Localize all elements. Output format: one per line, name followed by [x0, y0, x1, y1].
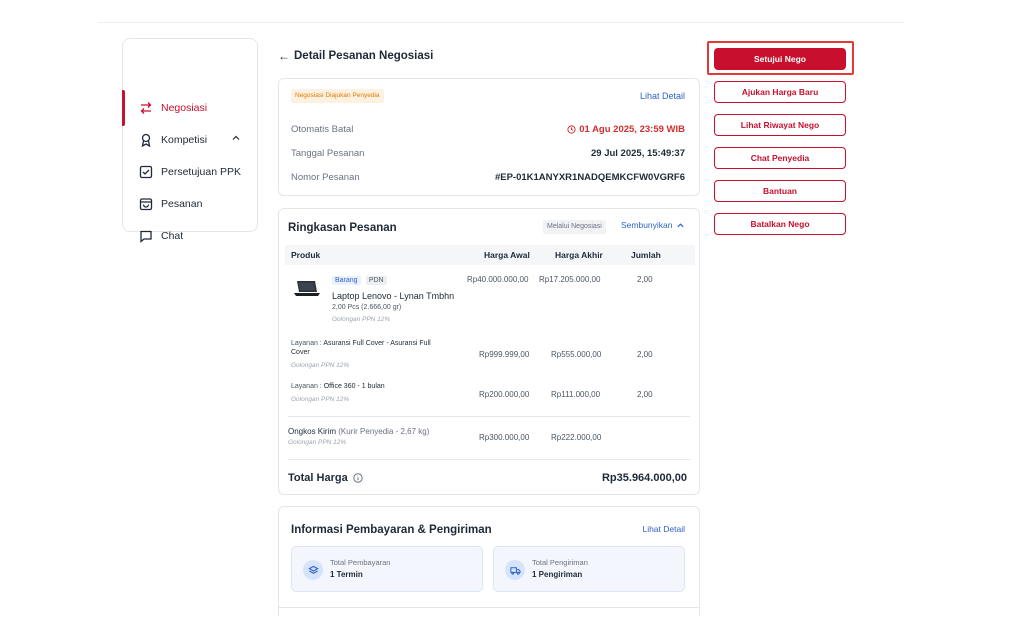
product-quantity: 2,00: [637, 275, 653, 284]
collapse-label: Sembunyikan: [621, 220, 673, 230]
service-title: Office 360 - 1 bulan: [323, 383, 385, 390]
service-final-price: Rp555.000,00: [551, 350, 602, 359]
sidebar-item-pesanan[interactable]: Pesanan: [123, 192, 257, 216]
info-icon[interactable]: [353, 473, 363, 483]
product-image: [293, 279, 321, 299]
order-date-label: Tanggal Pesanan: [291, 148, 365, 159]
product-final-price: Rp17.205.000,00: [539, 275, 601, 284]
product-tax: Golongan PPN 12%: [332, 316, 391, 323]
truck-icon: [505, 560, 525, 580]
tag-barang: Barang: [332, 276, 361, 285]
sidebar-item-persetujuan-ppk[interactable]: Persetujuan PPK: [123, 160, 257, 184]
divider: [288, 416, 690, 417]
total-label: Total Harga: [288, 472, 363, 484]
negotiation-history-button[interactable]: Lihat Riwayat Nego: [714, 114, 846, 136]
shipping-title: Ongkos Kirim: [288, 427, 337, 436]
column-header: Harga Awal: [484, 250, 530, 260]
payment-detail-link[interactable]: Lihat Detail: [642, 524, 685, 534]
shipping-final-price: Rp222.000,00: [551, 433, 602, 442]
negotiation-badge: Melalui Negosiasi: [543, 220, 606, 234]
payment-title: Informasi Pembayaran & Pengiriman: [291, 524, 492, 536]
service-initial-price: Rp200.000,00: [479, 390, 530, 399]
service-prefix: Layanan :: [291, 383, 322, 390]
product-initial-price: Rp40.000.000,00: [467, 275, 529, 284]
service-final-price: Rp111.000,00: [551, 390, 601, 399]
approve-negotiation-button[interactable]: Setujui Nego: [714, 48, 846, 70]
service-tax: Golongan PPN 12%: [291, 362, 350, 369]
status-badge: Negosiasi Diajukan Penyedia: [291, 89, 384, 103]
service-tax: Golongan PPN 12%: [291, 396, 350, 403]
product-qty-detail: 2,00 Pcs (2.666,00 gr): [332, 304, 402, 311]
chat-bubble-icon: [139, 229, 153, 243]
chevron-up-icon: [676, 222, 684, 227]
payment-total-label: Total Pembayaran: [330, 558, 391, 567]
collapse-toggle[interactable]: Sembunyikan: [621, 220, 685, 230]
sidebar: Negosiasi Kompetisi Persetujuan PPK Pesa…: [122, 38, 258, 243]
auto-cancel-date: 01 Agu 2025, 23:59 WIB: [579, 124, 685, 135]
page-title: ← Detail Pesanan Negosiasi: [278, 49, 433, 63]
order-summary-card: Ringkasan Pesanan Melalui Negosiasi Semb…: [278, 208, 700, 495]
shipping-detail: (Kurir Penyedia - 2,67 kg): [338, 427, 430, 436]
tag-pdn: PDN: [365, 276, 387, 285]
help-button[interactable]: Bantuan: [714, 180, 846, 202]
clock-icon: [567, 125, 576, 134]
shipping-initial-price: Rp300.000,00: [479, 433, 530, 442]
shipping-label: Ongkos Kirim (Kurir Penyedia - 2,67 kg): [288, 427, 429, 436]
sidebar-item-label: Pesanan: [161, 198, 203, 210]
service-initial-price: Rp999.999,00: [479, 350, 530, 359]
product-tags: Barang PDN: [332, 275, 390, 285]
auto-cancel-value: 01 Agu 2025, 23:59 WIB: [567, 124, 685, 135]
layers-icon: [303, 560, 323, 580]
sidebar-item-label: Kompetisi: [161, 134, 208, 146]
payment-shipping-card: Informasi Pembayaran & Pengiriman Lihat …: [278, 506, 700, 616]
top-divider: [98, 22, 904, 23]
order-status-card: Negosiasi Diajukan Penyedia Lihat Detail…: [278, 78, 700, 196]
card-divider: [278, 607, 700, 608]
divider: [288, 459, 690, 460]
payment-total-box: Total Pembayaran 1 Termin: [291, 546, 483, 592]
shipping-total-box: Total Pengiriman 1 Pengiriman: [493, 546, 685, 592]
propose-new-price-button[interactable]: Ajukan Harga Baru: [714, 81, 846, 103]
order-date-value: 29 Jul 2025, 15:49:37: [590, 148, 685, 159]
award-icon: [139, 133, 153, 147]
service-prefix: Layanan :: [291, 340, 322, 347]
sidebar-item-kompetisi[interactable]: Kompetisi: [123, 128, 257, 152]
shipping-total-label: Total Pengiriman: [532, 558, 588, 567]
shipping-tax: Golongan PPN 12%: [288, 439, 347, 446]
summary-title: Ringkasan Pesanan: [288, 222, 397, 234]
payment-total-value: 1 Termin: [330, 570, 363, 579]
auto-cancel-label: Otomatis Batal: [291, 124, 354, 135]
sidebar-item-label: Chat: [161, 230, 184, 242]
column-header: Harga Akhir: [555, 250, 603, 260]
total-label-text: Total Harga: [288, 472, 348, 484]
cancel-negotiation-button[interactable]: Batalkan Nego: [714, 213, 846, 235]
service-quantity: 2,00: [637, 350, 653, 359]
detail-link[interactable]: Lihat Detail: [640, 91, 685, 101]
service-quantity: 2,00: [637, 390, 653, 399]
service-name: Layanan : Office 360 - 1 bulan: [291, 383, 385, 390]
product-name[interactable]: Laptop Lenovo - Lynan Tmbhn: [332, 291, 454, 301]
sidebar-item-negosiasi[interactable]: Negosiasi: [122, 90, 257, 126]
shipping-total-value: 1 Pengiriman: [532, 570, 583, 579]
chat-seller-button[interactable]: Chat Penyedia: [714, 147, 846, 169]
service-name: Layanan : Asuransi Full Cover - Asuransi…: [291, 339, 451, 357]
sidebar-item-label: Persetujuan PPK: [161, 166, 241, 178]
order-number-value: #EP-01K1ANYXR1NADQEMKCFW0VGRF6: [494, 172, 685, 183]
order-number-label: Nomor Pesanan: [291, 172, 360, 183]
table-header: Produk Harga Awal Harga Akhir Jumlah: [285, 245, 695, 265]
column-header: Produk: [291, 250, 321, 260]
checkbox-icon: [139, 165, 153, 179]
page-title-text: Detail Pesanan Negosiasi: [294, 50, 434, 62]
column-header: Jumlah: [631, 250, 661, 260]
bag-icon: [139, 197, 153, 211]
sidebar-item-label: Negosiasi: [161, 102, 208, 114]
swap-arrows-icon: [139, 101, 153, 115]
back-arrow-icon[interactable]: ←: [278, 49, 290, 63]
chevron-up-icon[interactable]: [231, 133, 241, 146]
total-value: Rp35.964.000,00: [601, 472, 687, 484]
sidebar-item-chat[interactable]: Chat: [123, 224, 257, 248]
